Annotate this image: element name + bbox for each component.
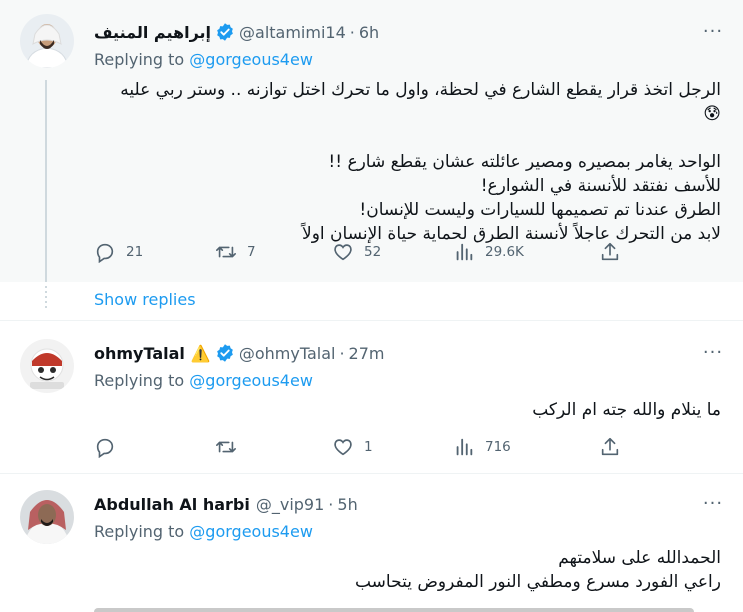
tweet-line: الطرق عندنا تم تصميمها للسيارات وليست لل… (359, 200, 721, 220)
show-replies-row: Show replies (0, 282, 743, 320)
timestamp[interactable]: 5h (337, 495, 357, 514)
retweet-button[interactable] (215, 436, 247, 458)
like-icon (334, 439, 352, 456)
replying-prefix: Replying to (94, 50, 185, 69)
timestamp[interactable]: 27m (349, 344, 385, 363)
tweet-line (120, 126, 721, 150)
tweet-3[interactable]: Abdullah Al harbi @_vip91 · 5h ··· Reply… (0, 473, 743, 612)
author-handle[interactable]: @ohmyTalal (239, 344, 336, 363)
views-count: 716 (485, 439, 511, 455)
reply-count: 21 (126, 244, 144, 260)
reply-icon (96, 438, 114, 458)
action-bar: 21 7 52 29.6K (94, 241, 624, 265)
reply-icon (96, 243, 114, 263)
warning-icon: ⚠️ (190, 343, 211, 363)
avatar[interactable] (20, 339, 74, 393)
tweet-line: الواحد يغامر بمصيره ومصير عائلته عشان يق… (328, 152, 721, 172)
replying-prefix: Replying to (94, 371, 185, 390)
more-icon[interactable]: ··· (701, 22, 725, 42)
author-name[interactable]: Abdullah Al harbi (94, 495, 250, 514)
tweet-text: ما ينلام والله جته ام الركب (532, 398, 721, 422)
tweet-text: الرجل اتخذ قرار يقطع الشارع في لحظة، واو… (120, 78, 721, 246)
avatar[interactable] (20, 490, 74, 544)
more-icon[interactable]: ··· (701, 343, 725, 363)
thread-line (45, 80, 47, 282)
share-icon (601, 437, 619, 456)
replying-to-link[interactable]: @gorgeous4ew (189, 50, 313, 69)
share-button[interactable] (599, 436, 621, 458)
views-button[interactable]: 29.6K (453, 241, 524, 263)
author-name[interactable]: ohmyTalal (94, 344, 185, 363)
tweet-header: ohmyTalal ⚠️ @ohmyTalal · 27m (94, 341, 384, 365)
tweet-header: إبراهيم المنيف @altamimi14 · 6h (94, 20, 379, 44)
tweet-line: 😰 (703, 104, 721, 124)
replying-to: Replying to @gorgeous4ew (94, 522, 313, 541)
tweet-header: Abdullah Al harbi @_vip91 · 5h (94, 492, 358, 516)
share-button[interactable] (599, 241, 621, 263)
like-icon (334, 244, 352, 261)
tweet-1[interactable]: إبراهيم المنيف @altamimi14 · 6h ··· Repl… (0, 0, 743, 282)
tweet-line: الحمدالله على سلامتهم (558, 548, 721, 568)
tweet-line: الرجل اتخذ قرار يقطع الشارع في لحظة، واو… (120, 80, 721, 100)
like-count: 1 (364, 439, 373, 455)
share-icon (601, 242, 619, 261)
verified-badge-icon (215, 343, 235, 363)
retweet-count: 7 (247, 244, 256, 260)
tweet-line: ما ينلام والله جته ام الركب (532, 400, 721, 420)
like-count: 52 (364, 244, 382, 260)
retweet-button[interactable]: 7 (215, 241, 256, 263)
separator: · (349, 22, 355, 42)
author-handle[interactable]: @_vip91 (256, 495, 324, 514)
separator: · (339, 343, 345, 363)
replying-to-link[interactable]: @gorgeous4ew (189, 371, 313, 390)
show-replies-link[interactable]: Show replies (94, 290, 196, 309)
media-preview[interactable] (94, 608, 694, 612)
tweet-line: راعي الفورد مسرع ومطفي النور المفروض يتح… (354, 572, 721, 592)
reply-button[interactable] (94, 436, 126, 458)
more-icon[interactable]: ··· (701, 494, 725, 514)
retweet-icon (216, 441, 236, 453)
like-button[interactable]: 52 (332, 241, 381, 263)
replying-to: Replying to @gorgeous4ew (94, 371, 313, 390)
tweet-text: الحمدالله على سلامتهم راعي الفورد مسرع و… (355, 546, 721, 594)
reply-button[interactable]: 21 (94, 241, 143, 263)
views-icon (456, 438, 473, 456)
views-button[interactable]: 716 (453, 436, 511, 458)
replying-to-link[interactable]: @gorgeous4ew (189, 522, 313, 541)
thread-dots (45, 286, 47, 311)
author-handle[interactable]: @altamimi14 (239, 23, 346, 42)
tweet-line: للأسف نفتقد للأنسنة في الشوارع! (480, 176, 721, 196)
views-count: 29.6K (485, 244, 524, 260)
author-name[interactable]: إبراهيم المنيف (94, 23, 211, 42)
like-button[interactable]: 1 (332, 436, 373, 458)
retweet-icon (216, 246, 236, 258)
timestamp[interactable]: 6h (359, 23, 379, 42)
views-icon (456, 243, 473, 261)
replying-to: Replying to @gorgeous4ew (94, 50, 313, 69)
separator: · (328, 494, 334, 514)
verified-badge-icon (215, 22, 235, 42)
action-bar: 1 716 (94, 436, 624, 460)
replying-prefix: Replying to (94, 522, 185, 541)
avatar[interactable] (20, 14, 74, 68)
tweet-2[interactable]: ohmyTalal ⚠️ @ohmyTalal · 27m ··· Replyi… (0, 320, 743, 472)
